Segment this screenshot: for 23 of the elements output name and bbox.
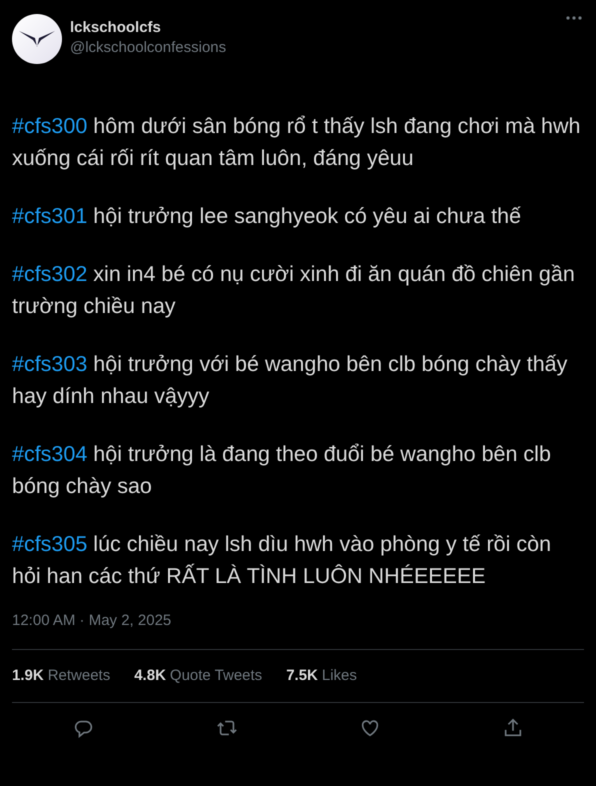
tweet-paragraph: #cfs301 hội trưởng lee sanghyeok có yêu ai chưa thế (12, 203, 522, 230)
stat-count: 4.8K (134, 666, 166, 686)
hashtag-link[interactable]: #cfs303 (12, 352, 88, 376)
display-name[interactable]: lckschoolcfs (70, 18, 564, 38)
hashtag-link[interactable]: #cfs305 (12, 532, 88, 556)
tweet-paragraph: #cfs303 hội trưởng với bé wangho bên clb bóng chày thấy hay dính nhau vậyyy (12, 351, 568, 410)
hashtag-link[interactable]: #cfs301 (12, 204, 88, 228)
avatar-icon[interactable] (12, 14, 62, 64)
tweet-paragraph: #cfs300 hôm dưới sân bóng rổ t thấy lsh đang chơi mà hwh xuống cái rối rít quan tâm luôn, đáng yêuu (12, 113, 582, 172)
tweet-paragraph: #cfs302 xin in4 bé có nụ cười xinh đi ăn quán đồ chiên gần trường chiều nay (12, 261, 576, 320)
hashtag-link[interactable]: #cfs304 (12, 442, 88, 466)
tweet-paragraph: #cfs305 lúc chiều nay lsh dìu hwh vào phòng y tế rồi còn hỏi han các thứ RẤT LÀ TÌNH LUÔN NHÉEEEEE (12, 531, 552, 590)
stat-label[interactable]: Quote Tweets (170, 664, 262, 687)
stat-label[interactable]: Likes (322, 664, 357, 687)
more-icon[interactable] (564, 14, 584, 22)
stat-count: 1.9K (12, 666, 44, 686)
stat-count: 7.5K (286, 666, 318, 686)
stat-label[interactable]: Retweets (48, 664, 110, 687)
user-handle[interactable]: @lckschoolconfessions (70, 38, 564, 58)
hashtag-link[interactable]: #cfs302 (12, 262, 88, 286)
tweet-paragraph: #cfs304 hội trưởng là đang theo đuổi bé wangho bên clb bóng chày sao (12, 441, 552, 500)
hashtag-link[interactable]: #cfs300 (12, 114, 88, 138)
timestamp: 12:00 AM · May 2, 2025 (12, 611, 172, 631)
